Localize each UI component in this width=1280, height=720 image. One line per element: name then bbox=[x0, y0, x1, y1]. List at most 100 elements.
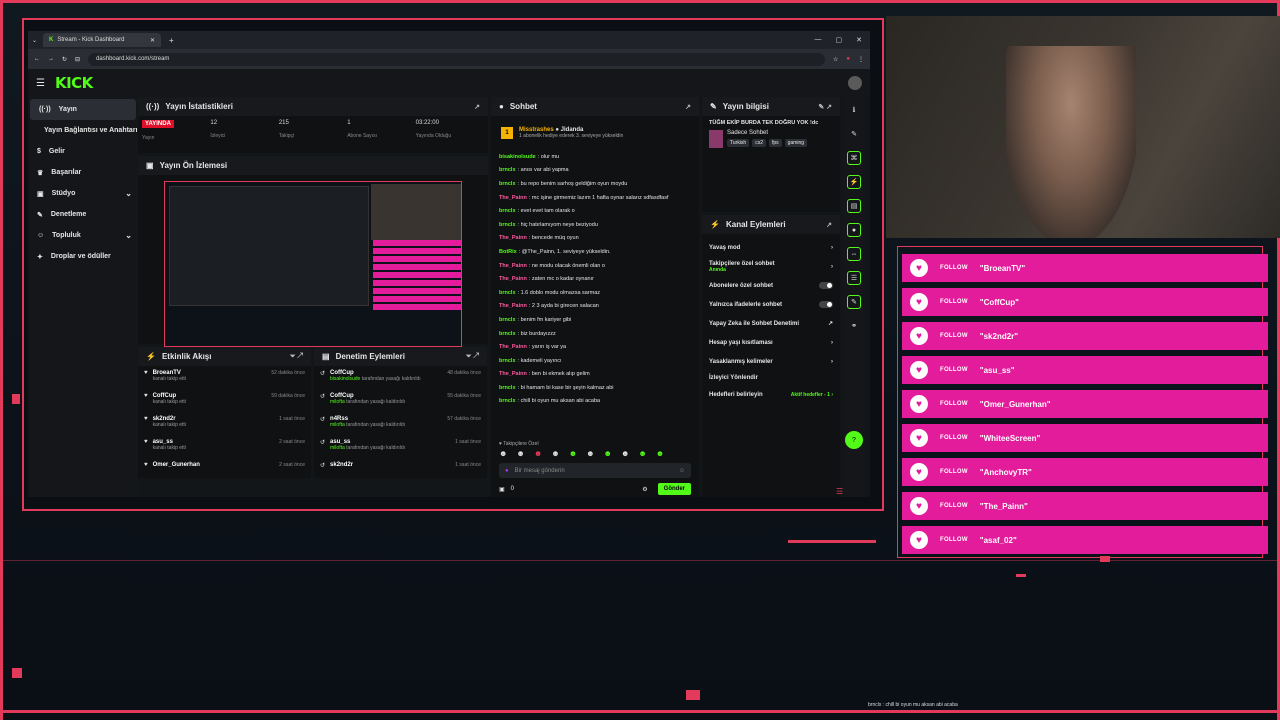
action-followers-only[interactable]: Takipçilere özel sohbet Anında › bbox=[702, 257, 840, 276]
extension-icon[interactable]: ● bbox=[846, 56, 850, 62]
info-icon[interactable]: ℹ bbox=[847, 103, 861, 117]
share-icon[interactable]: ⚭ bbox=[847, 319, 861, 333]
category-thumbnail bbox=[709, 130, 723, 148]
sidebar-item-yayin[interactable]: ((·)) Yayın bbox=[30, 99, 136, 120]
emote-icon[interactable]: ☻ bbox=[569, 449, 577, 458]
chat-username[interactable]: brnclx bbox=[499, 290, 516, 296]
webcam-feed bbox=[886, 16, 1280, 238]
maximize-icon[interactable]: ▢ bbox=[836, 36, 843, 44]
lightning-icon[interactable]: ⚡ bbox=[847, 175, 861, 189]
browser-menu-icon[interactable]: ⋮ bbox=[858, 56, 864, 63]
site-info-icon[interactable]: ⊟ bbox=[75, 56, 80, 63]
url-field[interactable]: dashboard.kick.com/stream bbox=[88, 52, 825, 66]
activity-time: 52 dakika önce bbox=[271, 370, 305, 376]
chat-username[interactable]: brnclx bbox=[499, 222, 516, 228]
emote-icon[interactable]: ☻ bbox=[656, 449, 664, 458]
chat-username[interactable]: The_Painn bbox=[499, 263, 527, 269]
sidebar-item-droplar[interactable]: ✦ Droplar ve ödüller bbox=[28, 246, 138, 267]
action-ai-moderation[interactable]: Yapay Zeka ile Sohbet Denetimi ↗ bbox=[702, 314, 840, 333]
chat-username[interactable]: brnclx bbox=[499, 181, 516, 187]
action-subs-only[interactable]: Abonelere özel sohbet bbox=[702, 276, 840, 295]
emote-icon[interactable]: ☻ bbox=[621, 449, 629, 458]
emote-icon[interactable]: ☻ bbox=[604, 449, 612, 458]
sidebar-item-gelir[interactable]: $ Gelir bbox=[28, 141, 138, 162]
browser-tab[interactable]: K Stream - Kick Dashboard ✕ bbox=[43, 33, 162, 47]
action-slow-mode[interactable]: Yavaş mod › bbox=[702, 238, 840, 257]
sidebar-item-stream-key[interactable]: Yayın Bağlantısı ve Anahtarı bbox=[28, 120, 138, 141]
action-banned-words[interactable]: Yasaklanmış kelimeler › bbox=[702, 352, 840, 371]
kick-logo[interactable]: KICK bbox=[55, 74, 93, 92]
document-icon[interactable]: ▤ bbox=[847, 199, 861, 213]
tag[interactable]: gaming bbox=[784, 139, 808, 147]
close-tab-icon[interactable]: ✕ bbox=[150, 37, 155, 44]
tag[interactable]: cs2 bbox=[752, 139, 766, 147]
follow-label: FOLLOW bbox=[940, 537, 968, 543]
tag[interactable]: fps bbox=[769, 139, 782, 147]
heart-icon: ♥ bbox=[910, 497, 928, 515]
pencil-icon[interactable]: ✎ bbox=[847, 127, 861, 141]
action-raid[interactable]: İzleyici Yönlendir bbox=[702, 371, 840, 385]
chat-username[interactable]: brnclx bbox=[499, 358, 516, 364]
filter-icon[interactable]: ⏷ ↗ bbox=[290, 353, 303, 361]
chat-username[interactable]: The_Painn bbox=[499, 344, 527, 350]
popout-icon[interactable]: ↗ bbox=[474, 103, 480, 111]
user-avatar[interactable] bbox=[848, 76, 862, 90]
chat-username[interactable]: brnclx bbox=[499, 385, 516, 391]
list-icon[interactable]: ☰ bbox=[847, 271, 861, 285]
bookmark-star-icon[interactable]: ☆ bbox=[833, 56, 838, 63]
chat-username[interactable]: brnclx bbox=[499, 208, 516, 214]
forward-icon[interactable]: → bbox=[48, 56, 54, 62]
layout-icon[interactable]: ⌘ bbox=[847, 151, 861, 165]
help-icon[interactable]: ? bbox=[845, 431, 863, 449]
stream-preview[interactable] bbox=[164, 181, 462, 347]
new-tab-button[interactable]: + bbox=[169, 36, 174, 45]
chat-input[interactable]: ● Bir mesaj gönderin ☺ bbox=[499, 463, 691, 478]
emote-only-toggle[interactable] bbox=[819, 301, 833, 308]
expand-icon[interactable]: ⇔ bbox=[847, 247, 861, 261]
tab-menu-icon[interactable]: ⌄ bbox=[32, 37, 37, 44]
emote-icon[interactable]: ☻ bbox=[534, 449, 542, 458]
reload-icon[interactable]: ↻ bbox=[62, 56, 67, 63]
sidebar-item-studyo[interactable]: ▣ Stüdyo ⌄ bbox=[28, 183, 138, 204]
popout-icon[interactable]: ↗ bbox=[826, 221, 832, 229]
chat-username[interactable]: brnclx bbox=[499, 398, 516, 404]
chat-username[interactable]: The_Painn bbox=[499, 276, 527, 282]
menu-icon[interactable]: ☰ bbox=[836, 487, 843, 496]
subs-only-toggle[interactable] bbox=[819, 282, 833, 289]
popout-icon[interactable]: ↗ bbox=[685, 103, 691, 111]
emote-icon[interactable]: ☻ bbox=[551, 449, 559, 458]
sidebar-item-topluluk[interactable]: ☺ Topluluk ⌄ bbox=[28, 225, 138, 246]
send-button[interactable]: Gönder bbox=[657, 483, 691, 495]
close-window-icon[interactable]: ✕ bbox=[856, 36, 862, 44]
chat-username[interactable]: The_Painn bbox=[499, 195, 527, 201]
tag[interactable]: Turkish bbox=[727, 139, 750, 147]
emote-icon[interactable]: ☻ bbox=[638, 449, 646, 458]
settings-gear-icon[interactable]: ⚙ bbox=[642, 486, 647, 493]
chat-username[interactable]: brnclx bbox=[499, 331, 516, 337]
minimize-icon[interactable]: — bbox=[815, 36, 822, 44]
chat-username[interactable]: BotRix bbox=[499, 249, 517, 255]
action-emote-only[interactable]: Yalnızca ifadelerle sohbet bbox=[702, 295, 840, 314]
sidebar-item-denetleme[interactable]: ✎ Denetleme bbox=[28, 204, 138, 225]
chat-username[interactable]: The_Painn bbox=[499, 235, 527, 241]
action-goals[interactable]: Hedefleri belirleyin Aktif hedefler - 1 › bbox=[702, 385, 840, 404]
edit-icon[interactable]: ✎ ↗ bbox=[818, 103, 832, 111]
chat-bubble-icon[interactable]: ● bbox=[847, 223, 861, 237]
wrench-icon[interactable]: ✎ bbox=[847, 295, 861, 309]
chat-username[interactable]: bisakinolsude bbox=[499, 154, 536, 160]
emote-icon[interactable]: ☻ bbox=[499, 449, 507, 458]
action-account-age[interactable]: Hesap yaşı kısıtlaması › bbox=[702, 333, 840, 352]
hamburger-menu-icon[interactable]: ☰ bbox=[36, 78, 45, 89]
emote-icon[interactable]: ☻ bbox=[586, 449, 594, 458]
chat-username[interactable]: The_Painn bbox=[499, 371, 527, 377]
chat-message: BotRix: @The_Painn, 1. seviyeye yükseldi… bbox=[499, 245, 691, 259]
heart-icon: ♥ bbox=[910, 429, 928, 447]
back-icon[interactable]: ← bbox=[34, 56, 40, 62]
filter-icon[interactable]: ⏷ ↗ bbox=[466, 353, 479, 361]
emote-icon[interactable]: ☻ bbox=[516, 449, 524, 458]
chat-username[interactable]: brnclx bbox=[499, 317, 516, 323]
chat-username[interactable]: brnclx bbox=[499, 167, 516, 173]
chat-username[interactable]: The_Painn bbox=[499, 303, 527, 309]
sidebar-item-basarilar[interactable]: ♛ Başarılar bbox=[28, 162, 138, 183]
emoji-icon[interactable]: ☺ bbox=[679, 468, 685, 474]
